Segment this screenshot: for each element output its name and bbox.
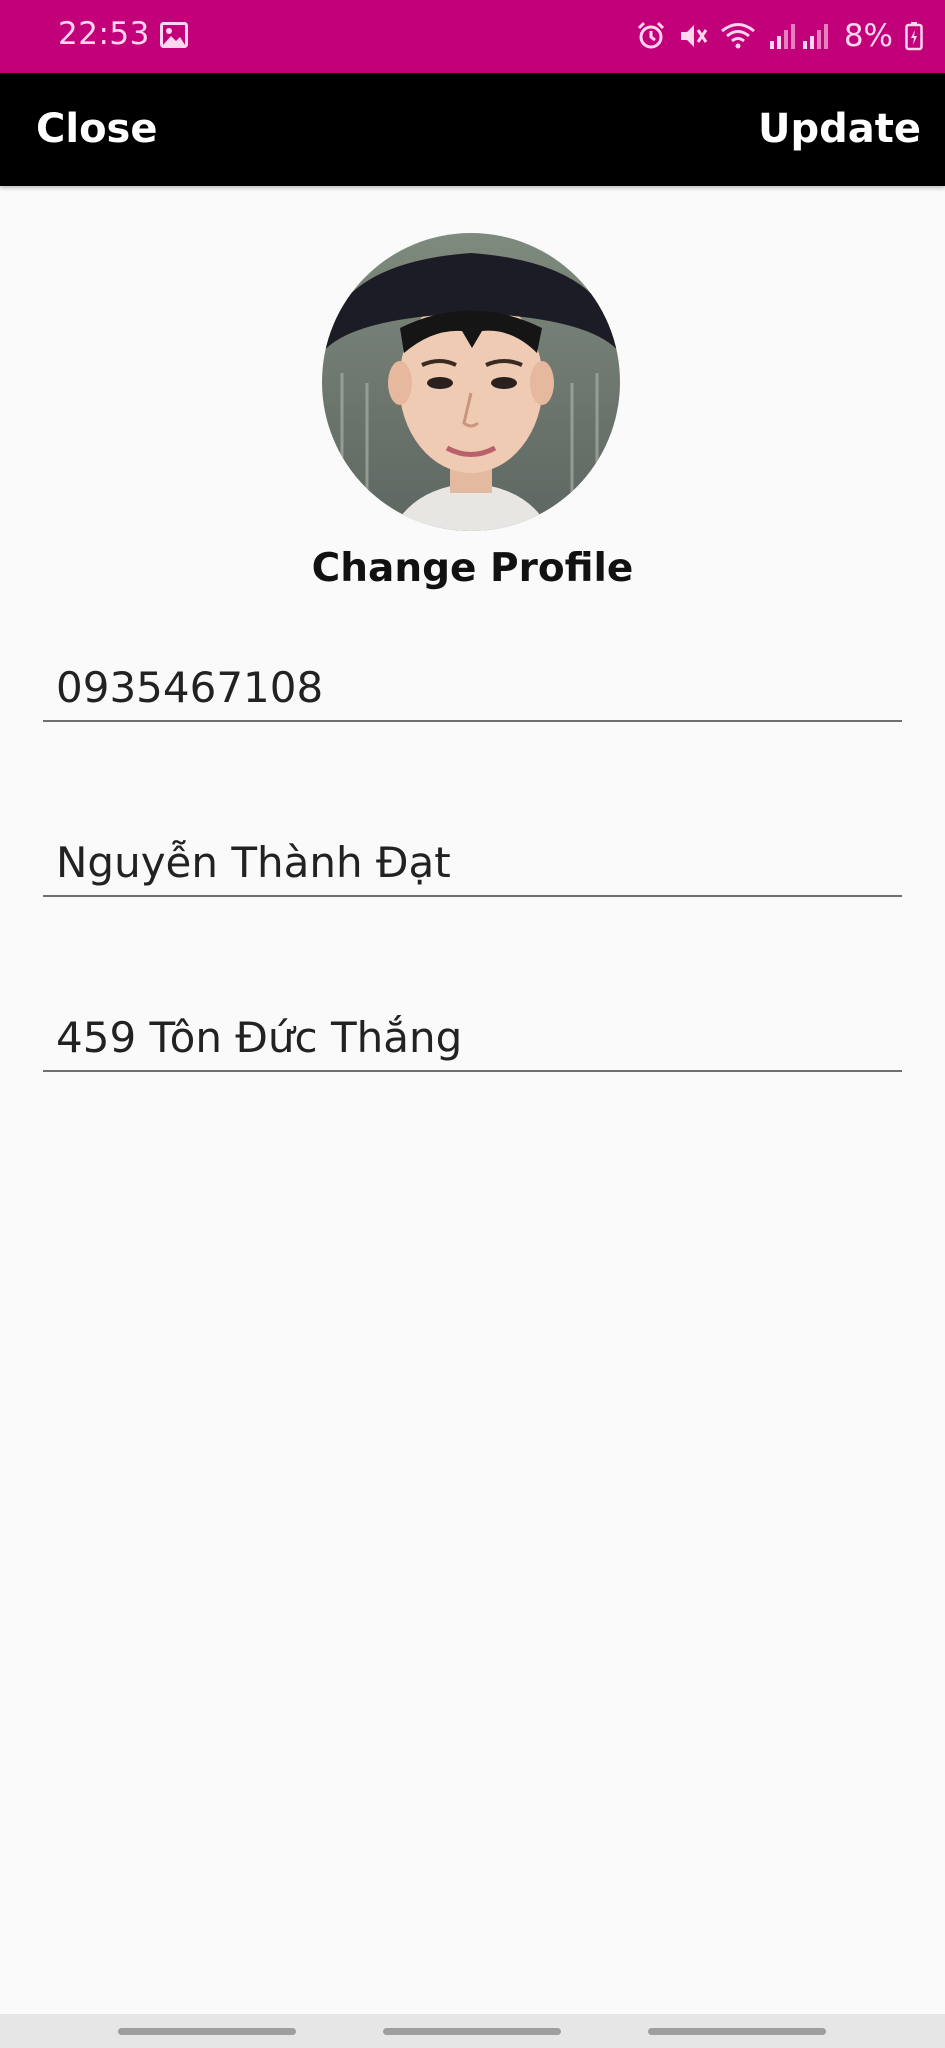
change-profile-link[interactable]: Change Profile [0,546,945,591]
status-bar: 22:53 8% [0,0,945,73]
profile-avatar[interactable] [322,233,620,531]
nav-recent-handle[interactable] [118,2028,296,2035]
status-icons: 8% [636,14,923,58]
nav-home-handle[interactable] [383,2028,561,2035]
battery-icon [905,21,923,51]
wifi-icon [720,21,756,51]
name-input[interactable] [56,838,896,887]
signal-icon [768,21,832,51]
gallery-icon [160,22,188,48]
update-button[interactable]: Update [758,106,921,152]
mute-icon [678,21,708,51]
nav-back-handle[interactable] [648,2028,826,2035]
address-input[interactable] [56,1013,896,1062]
close-button[interactable]: Close [36,106,157,152]
navigation-bar [0,2014,945,2048]
alarm-icon [636,21,666,51]
status-time: 22:53 [58,16,150,52]
address-field[interactable] [43,1006,902,1072]
app-bar: Close Update [0,73,945,186]
phone-input[interactable] [56,663,896,712]
name-field[interactable] [43,831,902,897]
phone-field[interactable] [43,656,902,722]
battery-percentage: 8% [843,18,893,54]
